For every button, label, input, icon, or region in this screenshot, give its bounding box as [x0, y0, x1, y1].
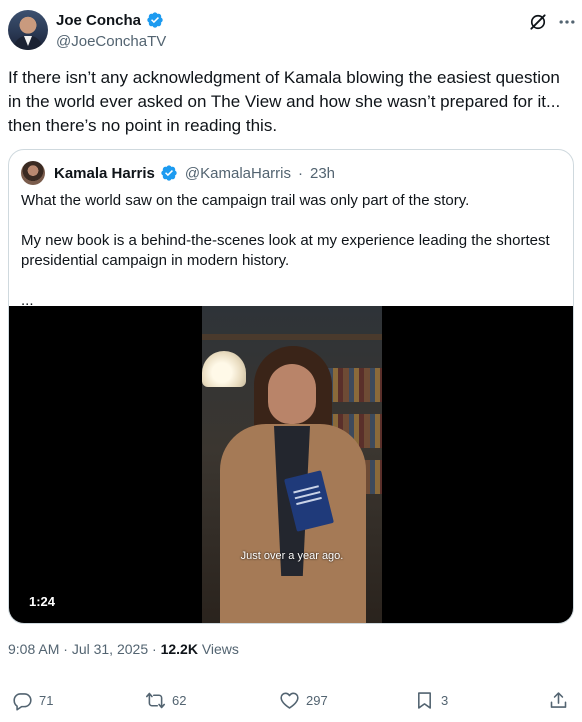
quoted-separator: · [298, 164, 303, 182]
heart-icon [280, 692, 299, 709]
reply-button[interactable]: 71 [12, 690, 53, 711]
verified-badge-icon [161, 165, 177, 181]
tweet-header: Joe Concha @JoeConchaTV [0, 0, 582, 62]
video-caption: Just over a year ago. [240, 550, 344, 562]
quoted-timestamp[interactable]: 23h [310, 165, 335, 182]
grok-icon[interactable] [528, 12, 548, 32]
bookmark-count: 3 [441, 693, 449, 708]
lamp [202, 351, 246, 387]
reply-icon [13, 693, 32, 711]
author-display-name[interactable]: Joe Concha [56, 12, 141, 29]
quoted-tweet-header: Kamala Harris @KamalaHarris · 23h [21, 161, 335, 185]
video-frame: Just over a year ago. [202, 306, 382, 623]
video-player[interactable]: Just over a year ago. 1:24 [9, 306, 573, 623]
like-button[interactable]: 297 [279, 690, 328, 711]
video-duration: 1:24 [29, 594, 56, 609]
tweet-date[interactable]: Jul 31, 2025 [72, 641, 148, 657]
action-bar: 71 62 297 3 [0, 690, 582, 716]
quoted-tweet-text: What the world saw on the campaign trail… [21, 191, 566, 311]
quoted-author-handle[interactable]: @KamalaHarris [185, 165, 291, 182]
quoted-tweet-card[interactable]: Kamala Harris @KamalaHarris · 23h What t… [8, 149, 574, 624]
tweet-time[interactable]: 9:08 AM [8, 641, 59, 657]
meta-separator: · [152, 641, 157, 657]
repost-button[interactable]: 62 [145, 690, 186, 711]
verified-badge-icon [147, 12, 163, 28]
more-icon[interactable] [557, 12, 577, 32]
views-count: 12.2K [160, 641, 198, 657]
meta-separator: · [63, 641, 68, 657]
repost-count: 62 [172, 693, 187, 708]
share-button[interactable] [548, 690, 569, 711]
person-face [268, 364, 316, 424]
author-avatar[interactable] [8, 10, 48, 50]
repost-icon [145, 692, 166, 709]
quoted-paragraph: My new book is a behind-the-scenes look … [21, 232, 550, 269]
like-count: 297 [306, 693, 328, 708]
tweet-text: If there isn’t any acknowledgment of Kam… [8, 68, 561, 135]
quoted-author-avatar[interactable] [21, 161, 45, 185]
bookmark-icon [418, 692, 431, 709]
reply-count: 71 [39, 693, 54, 708]
tweet-meta: 9:08 AM · Jul 31, 2025 · 12.2K Views [8, 641, 239, 657]
bookmark-button[interactable]: 3 [414, 690, 448, 711]
quoted-author-display-name[interactable]: Kamala Harris [54, 165, 155, 182]
author-handle[interactable]: @JoeConchaTV [56, 33, 166, 50]
share-icon [550, 692, 567, 708]
views-label: Views [201, 641, 239, 657]
quoted-paragraph: What the world saw on the campaign trail… [21, 192, 470, 209]
bookshelf [202, 334, 382, 340]
author-name-row[interactable]: Joe Concha [56, 11, 164, 29]
